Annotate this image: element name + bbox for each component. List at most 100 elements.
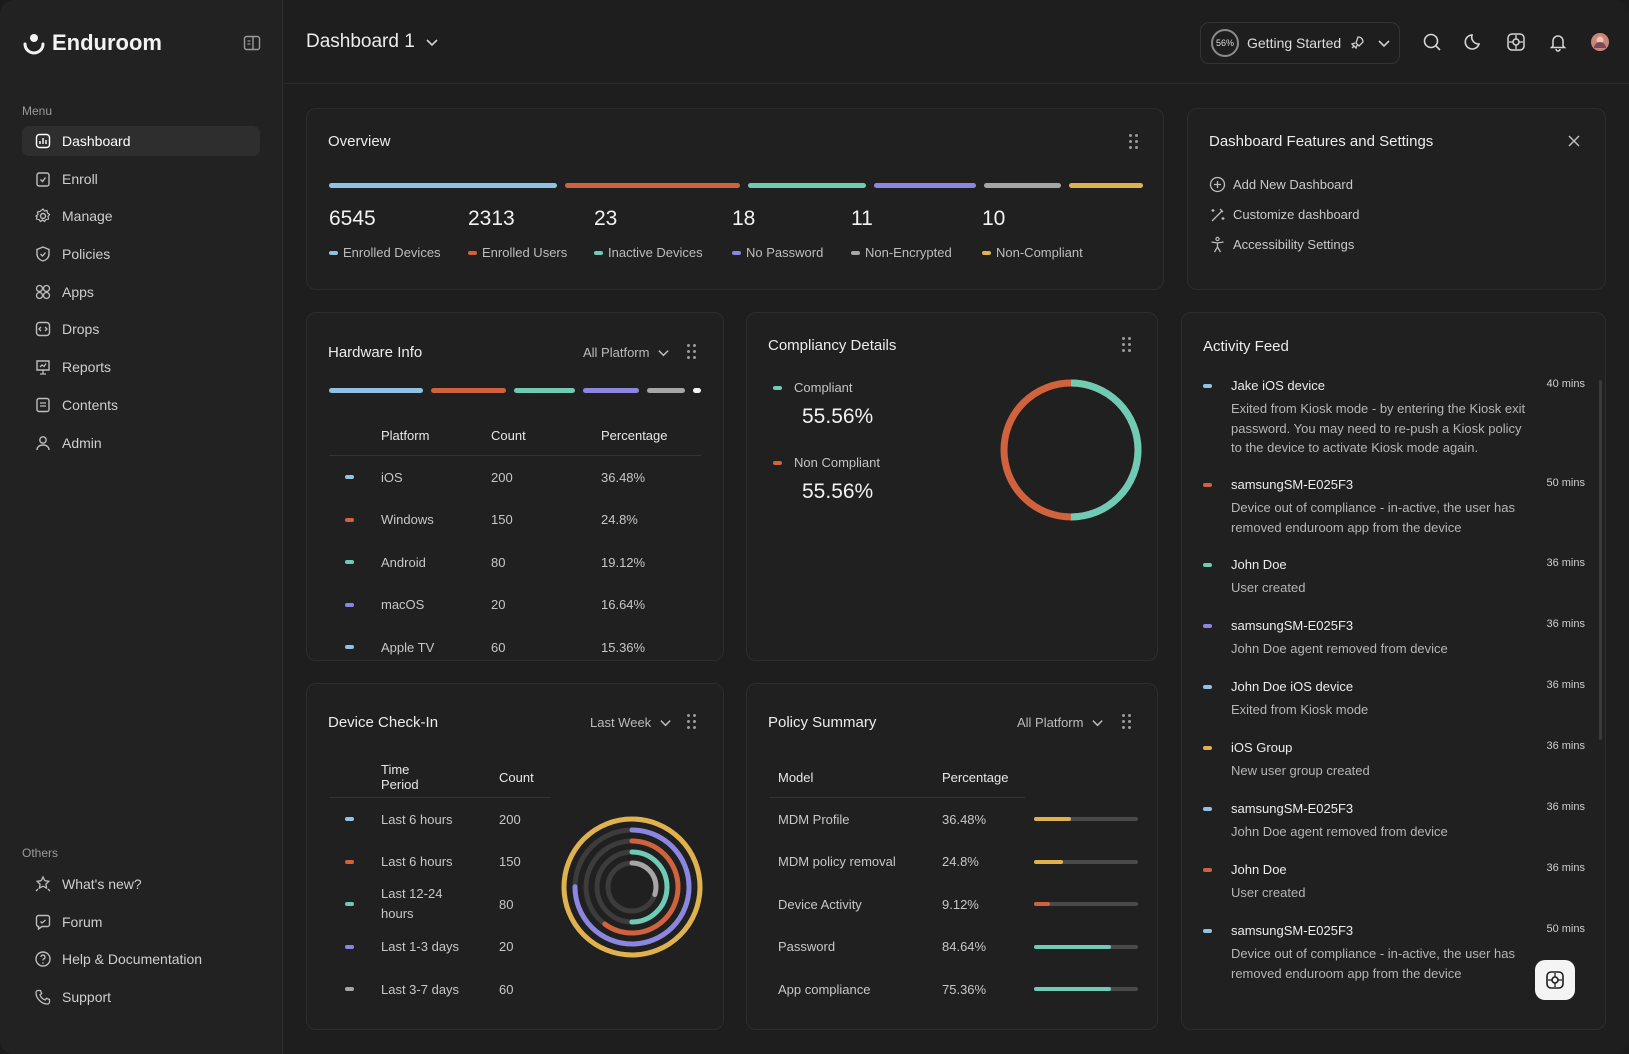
period-cell: Last 6 hours xyxy=(381,811,453,827)
activity-time: 40 mins xyxy=(1546,378,1585,390)
activity-item[interactable]: samsungSM-E025F3 Device out of compliance… xyxy=(1203,923,1585,983)
progress-fill xyxy=(1034,859,1064,864)
activity-item[interactable]: John Doe User created 36 mins xyxy=(1203,862,1585,903)
sidebar-item-apps[interactable]: Apps xyxy=(22,277,260,307)
activity-item[interactable]: John Doe iOS device Exited from Kiosk mod… xyxy=(1203,679,1585,720)
nav-label: Drops xyxy=(62,321,100,338)
activity-title: Activity Feed xyxy=(1203,338,1289,355)
table-row[interactable]: Password 84.64% xyxy=(769,937,1141,957)
divider xyxy=(329,455,701,456)
legend-swatch xyxy=(345,560,354,564)
drag-handle-icon[interactable] xyxy=(1122,714,1132,730)
activity-title: John Doe iOS device xyxy=(1231,679,1354,694)
others-item-what-s-new[interactable]: What's new? xyxy=(22,869,260,899)
legend-swatch xyxy=(468,250,477,255)
table-row[interactable]: Last 6 hours 150 xyxy=(329,852,551,872)
policy-card: Policy Summary All Platform Model Percen… xyxy=(746,683,1158,1030)
logo[interactable]: Enduroom xyxy=(22,30,162,56)
sidebar-item-reports[interactable]: Reports xyxy=(22,352,260,382)
stat-label: Enrolled Devices xyxy=(343,245,441,260)
drag-handle-icon[interactable] xyxy=(687,714,697,730)
activity-time: 50 mins xyxy=(1546,477,1585,489)
activity-item[interactable]: Jake iOS device Exited from Kiosk mode - … xyxy=(1203,378,1585,458)
moon-icon[interactable] xyxy=(1464,32,1484,52)
search-icon[interactable] xyxy=(1422,32,1442,52)
nav-label: Admin xyxy=(62,434,102,451)
sidebar-item-manage[interactable]: Manage xyxy=(22,201,260,231)
compliancy-value: 55.56% xyxy=(802,405,874,428)
platform-filter[interactable]: All Platform xyxy=(583,345,670,360)
sidebar-toggle-icon[interactable] xyxy=(243,34,261,52)
table-row[interactable]: Last 12-24 hours 80 xyxy=(329,886,551,921)
avatar[interactable] xyxy=(1590,32,1610,52)
others-nav: What's new? Forum Help & Documentation Supp… xyxy=(22,869,260,1020)
column-header: Platform xyxy=(381,427,430,443)
activity-item[interactable]: samsungSM-E025F3 John Doe agent removed f… xyxy=(1203,801,1585,842)
activity-card: Activity Feed Jake iOS device Exited from… xyxy=(1181,312,1606,1030)
others-item-forum[interactable]: Forum xyxy=(22,907,260,937)
table-row[interactable]: Android 80 19.12% xyxy=(329,552,701,572)
table-row[interactable]: Last 3-7 days 60 xyxy=(329,979,551,999)
stat-value: 11 xyxy=(851,207,873,230)
activity-description: Exited from Kiosk mode - by entering the… xyxy=(1231,401,1526,455)
feature-link-accessibility-settings[interactable]: Accessibility Settings xyxy=(1209,236,1354,253)
bell-icon[interactable] xyxy=(1548,32,1568,52)
feature-label: Add New Dashboard xyxy=(1233,177,1353,192)
sidebar-item-dashboard[interactable]: Dashboard xyxy=(22,126,260,156)
legend-swatch xyxy=(345,859,354,864)
sidebar-item-policies[interactable]: Policies xyxy=(22,239,260,269)
hardware-bar xyxy=(693,388,701,393)
table-row[interactable]: Last 6 hours 200 xyxy=(329,809,551,829)
table-row[interactable]: iOS 200 36.48% xyxy=(329,467,701,487)
nav-label: Forum xyxy=(62,913,103,930)
settings-hub-icon[interactable] xyxy=(1506,32,1526,52)
sidebar-item-drops[interactable]: Drops xyxy=(22,314,260,344)
progress-bar xyxy=(1034,987,1138,991)
feature-link-customize-dashboard[interactable]: Customize dashboard xyxy=(1209,206,1359,223)
close-icon[interactable] xyxy=(1568,135,1580,147)
period-filter[interactable]: Last Week xyxy=(590,715,672,730)
hardware-bar xyxy=(431,388,506,393)
table-row[interactable]: Device Activity 9.12% xyxy=(769,894,1141,914)
others-item-support[interactable]: Support xyxy=(22,982,260,1012)
activity-item[interactable]: samsungSM-E025F3 John Doe agent removed f… xyxy=(1203,618,1585,659)
getting-started-button[interactable]: 56% Getting Started xyxy=(1200,22,1400,64)
others-item-help-documentation[interactable]: Help & Documentation xyxy=(22,944,260,974)
overview-stat: 10 Non-Compliant xyxy=(982,207,1083,260)
assistant-button[interactable] xyxy=(1535,960,1575,1000)
table-row[interactable]: MDM Profile 36.48% xyxy=(769,809,1141,829)
plus-circle-icon xyxy=(1209,176,1226,193)
activity-item[interactable]: samsungSM-E025F3 Device out of compliance… xyxy=(1203,477,1585,537)
drag-handle-icon[interactable] xyxy=(1122,337,1132,353)
drag-handle-icon[interactable] xyxy=(1129,134,1139,150)
sidebar-item-contents[interactable]: Contents xyxy=(22,390,260,420)
rocket-icon xyxy=(1350,36,1364,50)
sidebar-item-admin[interactable]: Admin xyxy=(22,428,260,458)
activity-item[interactable]: John Doe User created 36 mins xyxy=(1203,557,1585,598)
forum-icon xyxy=(35,914,51,931)
activity-item[interactable]: iOS Group New user group created 36 mins xyxy=(1203,740,1585,781)
legend-swatch xyxy=(594,250,603,255)
table-row[interactable]: macOS 20 16.64% xyxy=(329,595,701,615)
feature-link-add-new-dashboard[interactable]: Add New Dashboard xyxy=(1209,176,1353,193)
activity-time: 36 mins xyxy=(1546,801,1585,813)
table-row[interactable]: App compliance 75.36% xyxy=(769,979,1141,999)
table-row[interactable]: MDM policy removal 24.8% xyxy=(769,852,1141,872)
activity-time: 36 mins xyxy=(1546,862,1585,874)
platform-filter[interactable]: All Platform xyxy=(1017,715,1104,730)
table-row[interactable]: Last 1-3 days 20 xyxy=(329,937,551,957)
table-row[interactable]: Apple TV 60 15.36% xyxy=(329,637,701,657)
platform-cell: Apple TV xyxy=(381,639,435,655)
table-row[interactable]: Windows 150 24.8% xyxy=(329,510,701,530)
dashboard-selector[interactable]: Dashboard 1 xyxy=(306,31,439,53)
model-cell: MDM policy removal xyxy=(778,854,896,869)
activity-scrollbar[interactable] xyxy=(1599,380,1602,740)
drag-handle-icon[interactable] xyxy=(687,344,697,360)
chevron-down-icon xyxy=(658,350,670,357)
stat-label: Inactive Devices xyxy=(608,245,703,260)
period-cell: Last 6 hours xyxy=(381,854,453,869)
activity-marker xyxy=(1203,624,1212,628)
policy-title: Policy Summary xyxy=(768,714,877,731)
sidebar-item-enroll[interactable]: Enroll xyxy=(22,164,260,194)
legend-swatch xyxy=(345,987,354,991)
